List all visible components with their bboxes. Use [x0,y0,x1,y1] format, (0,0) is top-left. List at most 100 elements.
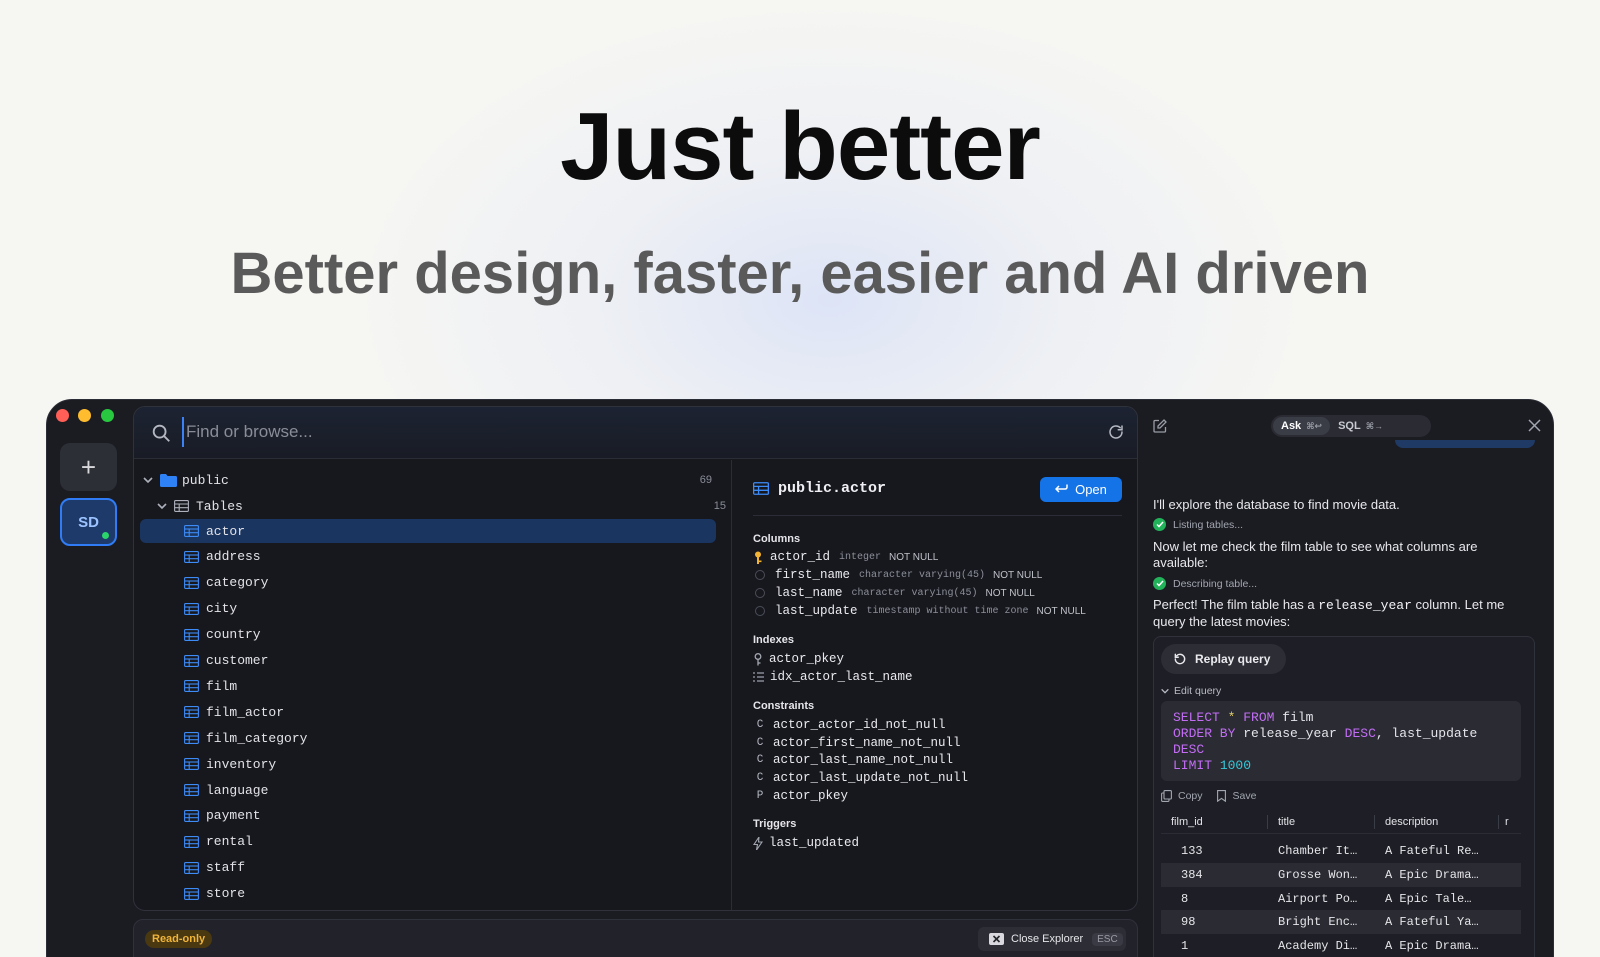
table-item-language[interactable]: language [140,778,716,802]
table-item-inventory[interactable]: inventory [140,752,716,776]
table-name: staff [206,860,246,876]
table-item-category[interactable]: category [140,571,716,595]
connection-initials: SD [78,513,99,531]
table-name: actor [206,523,246,539]
replay-icon [1174,653,1186,665]
table-item-film_actor[interactable]: film_actor [140,700,716,724]
save-button[interactable]: Save [1216,790,1256,802]
table-row[interactable]: 1 Academy Di… A Epic Drama… [1161,934,1521,957]
minimize-window-button[interactable] [78,409,91,422]
column-name: first_name [775,568,851,582]
table-item-film[interactable]: film [140,674,716,698]
table-name: rental [206,834,253,850]
list-icon [753,672,764,682]
zoom-window-button[interactable] [101,409,114,422]
divider [753,515,1122,516]
mode-label: SQL [1338,420,1361,432]
table-icon [184,706,199,719]
detail-title-text: public.actor [778,480,887,497]
constraint-kind: C [756,754,764,767]
tool-call-status[interactable]: Listing tables... [1153,518,1243,531]
column-row[interactable]: last_update timestamp without time zone NO… [753,602,1086,620]
table-item-actor[interactable]: actor [140,519,716,543]
constraint-row[interactable]: Cactor_last_update_not_null [753,769,968,787]
table-icon [184,784,199,796]
sql-star: * [1227,710,1236,725]
edit-query-toggle[interactable]: Edit query [1160,685,1221,697]
table-item-address[interactable]: address [140,545,716,569]
table-icon [184,602,199,615]
column-name: actor_id [770,550,831,564]
index-row[interactable]: actor_pkey [753,650,844,668]
mode-sql-tab[interactable]: SQL ⌘→ [1330,417,1391,435]
close-explorer-label: Close Explorer [1011,933,1084,945]
constraint-row[interactable]: Cactor_first_name_not_null [753,734,961,752]
table-name: store [206,886,246,902]
index-name: actor_pkey [769,652,845,666]
search-input[interactable] [182,417,1082,447]
constraint-kind: C [756,736,764,749]
close-explorer-button[interactable]: Close Explorer ESC [978,927,1126,951]
trigger-row[interactable]: last_updated [753,834,859,852]
tree-schema-public[interactable]: public 69 [142,468,724,492]
column-nullability: NOT NULL [993,569,1043,581]
table-item-city[interactable]: city [140,597,716,621]
table-item-store[interactable]: store [140,882,716,906]
message-text: Perfect! The film table has a [1153,597,1315,612]
column-header[interactable]: r [1499,815,1521,829]
add-connection-button[interactable]: + [60,443,117,491]
table-cell: 8 [1181,891,1189,906]
mode-ask-tab[interactable]: Ask ⌘↩ [1273,417,1331,435]
table-row[interactable]: 133 Chamber It… A Fateful Re… [1161,839,1521,863]
copy-button[interactable]: Copy [1161,790,1203,802]
check-icon [1153,518,1166,531]
connection-avatar[interactable]: SD [60,498,117,546]
close-window-button[interactable] [56,409,69,422]
column-row[interactable]: last_name character varying(45) NOT NULL [753,584,1035,602]
table-name: inventory [206,756,277,772]
constraint-row[interactable]: Cactor_actor_id_not_null [753,716,946,734]
column-header[interactable]: film_id [1161,814,1268,829]
table-item-payment[interactable]: payment [140,804,716,828]
tree-group-tables[interactable]: Tables 15 [156,494,726,518]
table-item-country[interactable]: country [140,623,716,647]
constraint-name: actor_last_update_not_null [773,771,969,786]
refresh-icon[interactable] [1107,423,1125,441]
replay-query-button[interactable]: Replay query [1161,644,1286,674]
columns-heading: Columns [753,533,801,545]
table-item-rental[interactable]: rental [140,830,716,854]
column-type: integer [839,551,882,563]
constraint-row[interactable]: Cactor_last_name_not_null [753,751,953,769]
table-item-film_category[interactable]: film_category [140,726,716,750]
table-icon [753,482,769,495]
column-row[interactable]: actor_id integer NOT NULL [753,548,938,566]
connected-status-dot [102,532,109,539]
explorer-footer: Read-only Close Explorer ESC [133,919,1138,957]
table-row[interactable]: 98 Bright Enc… A Fateful Ya… [1161,910,1521,935]
table-row[interactable]: 384 Grosse Won… A Epic Drama… [1161,862,1521,887]
column-nullability: NOT NULL [889,551,939,563]
hero-subtitle: Better design, faster, easier and AI dri… [230,241,1370,306]
column-header[interactable]: title [1268,814,1375,829]
column-row[interactable]: first_name character varying(45) NOT NULL [753,566,1042,584]
constraint-row[interactable]: Pactor_pkey [753,787,848,805]
table-item-customer[interactable]: customer [140,649,716,673]
compose-icon[interactable] [1153,419,1167,433]
schema-count: 69 [699,474,712,486]
tool-call-status[interactable]: Describing table... [1153,577,1257,590]
sql-editor[interactable]: SELECT * FROM film ORDER BY release_year… [1161,701,1521,781]
index-row[interactable]: idx_actor_last_name [753,668,913,686]
sql-keyword: ORDER BY [1173,726,1236,741]
table-item-staff[interactable]: staff [140,856,716,880]
column-header[interactable]: description [1375,814,1499,829]
sql-keyword: DESC [1173,742,1205,757]
table-icon [184,654,199,667]
table-row[interactable]: 8 Airport Po… A Epic Tale… [1161,887,1521,911]
open-table-button[interactable]: Open [1040,477,1122,502]
group-name: Tables [196,498,243,514]
table-cell: Chamber It… [1278,844,1358,858]
constraint-name: actor_last_name_not_null [773,753,954,768]
table-detail-panel: public.actor Open Columns actor_id intege… [733,460,1137,910]
table-cell: A Epic Drama… [1385,867,1479,882]
close-icon[interactable] [1528,419,1541,432]
